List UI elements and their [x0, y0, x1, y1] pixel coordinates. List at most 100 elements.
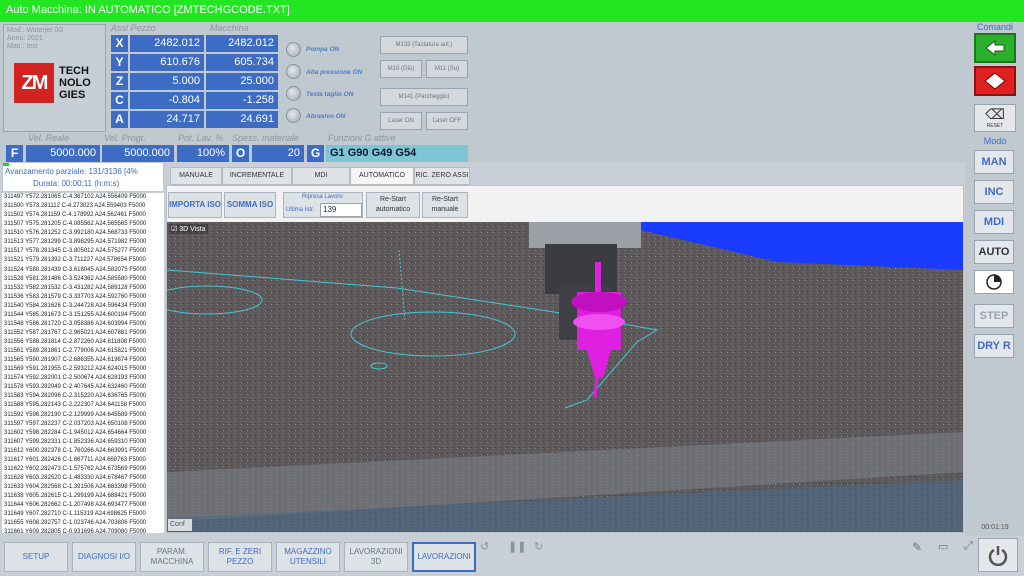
somma-iso-button[interactable]: SOMMA ISO — [224, 192, 276, 218]
exit-icon[interactable]: ⤢ — [964, 540, 973, 553]
gcode-line[interactable]: 311649 Y607.282710 C-1.115319 A24.698625… — [2, 510, 164, 519]
vel-prog-label: Vel. Progr. — [104, 133, 146, 143]
gcode-line[interactable]: 311532 Y582.281532 C-3.431282 A24.589128… — [2, 284, 164, 293]
laser-on-button[interactable]: Laser ON — [380, 112, 422, 130]
keyboard-icon[interactable]: ▭ — [938, 540, 948, 553]
gcode-line[interactable]: 311513 Y577.281299 C-3.898295 A24.571982… — [2, 238, 164, 247]
gcode-line[interactable]: 311644 Y606.282662 C-1.207498 A24.693477… — [2, 501, 164, 510]
pump-toggle[interactable] — [286, 42, 301, 57]
vel-prog-value: 5000.000 — [102, 145, 174, 162]
m141-button[interactable]: M141 (Parcheggio) — [380, 88, 468, 106]
gcode-line[interactable]: 311578 Y593.282049 C-2.407645 A24.632460… — [2, 383, 164, 392]
diagnosi-io-button[interactable]: DIAGNOSI I/O — [72, 542, 136, 572]
ultima-istr-input[interactable]: 139 — [320, 203, 362, 217]
gcode-line[interactable]: 311507 Y575.281205 C-4.085562 A24.565565… — [2, 220, 164, 229]
gcode-line[interactable]: 311497 Y572.281065 C-4.367102 A24.556409… — [2, 193, 164, 202]
cycle-start-button[interactable] — [974, 33, 1016, 63]
reset-button[interactable]: ⌫ RESET — [974, 104, 1016, 132]
abrasive-toggle[interactable] — [286, 108, 301, 123]
gcode-line[interactable]: 311617 Y601.282426 C-1.667711 A24.668763… — [2, 456, 164, 465]
axis-piece-value: -0.804 — [130, 92, 204, 109]
3d-viewport[interactable]: ☑ 3D Vista Conf — [167, 222, 963, 532]
gcode-line[interactable]: 311592 Y596.282190 C-2.129999 A24.645589… — [2, 411, 164, 420]
rewind-icon[interactable]: ↺ — [480, 540, 489, 553]
gcode-line[interactable]: 311612 Y600.282378 C-1.760266 A24.663991… — [2, 447, 164, 456]
gcode-line[interactable]: 311655 Y608.282757 C-1.023746 A24.703806… — [2, 519, 164, 528]
gcode-line[interactable]: 311561 Y589.281861 C-2.779006 A24.615821… — [2, 347, 164, 356]
gcode-line[interactable]: 311565 Y590.281907 C-2.686355 A24.619874… — [2, 356, 164, 365]
gcode-line[interactable]: 311521 Y579.281392 C-3.711227 A24.578654… — [2, 256, 164, 265]
gcode-line[interactable]: 311569 Y591.281955 C-2.593212 A24.624015… — [2, 365, 164, 374]
gcode-line[interactable]: 311661 Y609.282805 C-0.931696 A24.709080… — [2, 528, 164, 533]
cutting-head-toggle[interactable] — [286, 86, 301, 101]
tab-automatico[interactable]: AUTOMATICO — [350, 167, 414, 185]
forward-icon[interactable]: ↻ — [534, 540, 543, 553]
gcode-line[interactable]: 311536 Y583.281579 C-3.337703 A24.592760… — [2, 293, 164, 302]
stop-button[interactable] — [974, 66, 1016, 96]
conf-button[interactable]: Conf — [168, 519, 192, 531]
gcode-line[interactable]: 311556 Y588.281814 C-2.872260 A24.611808… — [2, 338, 164, 347]
gcode-line[interactable]: 311638 Y605.282615 C-1.299199 A24.688421… — [2, 492, 164, 501]
dry-run-button[interactable]: DRY R — [974, 334, 1014, 358]
3d-view-label: 3D Vista — [179, 226, 206, 233]
logo-line-3: GIES — [59, 89, 86, 101]
importa-iso-button[interactable]: IMPORTA ISO — [168, 192, 222, 218]
m10-button[interactable]: M10 (Giù) — [380, 60, 422, 78]
gcode-line[interactable]: 311517 Y578.281345 C-3.805012 A24.575277… — [2, 247, 164, 256]
gcode-line[interactable]: 311502 Y574.281159 C-4.178992 A24.562461… — [2, 211, 164, 220]
axis-piece-value: 24.717 — [130, 111, 204, 128]
param-macchina-button[interactable]: PARAM. MACCHINA — [140, 542, 204, 572]
lavorazioni-3d-button[interactable]: LAVORAZIONI 3D — [344, 542, 408, 572]
tab-incrementale[interactable]: INCREMENTALE — [222, 167, 292, 185]
gcode-line[interactable]: 311574 Y592.282001 C-2.500674 A24.628193… — [2, 374, 164, 383]
gcode-line[interactable]: 311607 Y599.282331 C-1.852336 A24.659310… — [2, 438, 164, 447]
gcode-line[interactable]: 311588 Y595.282143 C-2.222307 A24.641158… — [2, 401, 164, 410]
gcode-line[interactable]: 311628 Y603.282520 C-1.483330 A24.678467… — [2, 474, 164, 483]
gcode-line[interactable]: 311622 Y602.282473 C-1.575762 A24.673569… — [2, 465, 164, 474]
rif-zeri-pezzo-button[interactable]: RIF. E ZERI PEZZO — [208, 542, 272, 572]
modo-label: Modo — [983, 136, 1007, 146]
gcode-line[interactable]: 311633 Y604.282568 C-1.391506 A24.683398… — [2, 483, 164, 492]
gcode-line[interactable]: 311597 Y597.282237 C-2.037203 A24.650108… — [2, 420, 164, 429]
axis-label: C — [111, 92, 128, 109]
tab-mdi[interactable]: MDI — [292, 167, 350, 185]
logo-line-1: TECH — [59, 65, 89, 77]
tab-manuale[interactable]: MANUALE — [170, 167, 222, 185]
gcode-line[interactable]: 311528 Y581.281486 C-3.524362 A24.585580… — [2, 275, 164, 284]
m133-button[interactable]: M133 (Tastatura aut.) — [380, 36, 468, 54]
info-year: Anno: 2021 — [7, 35, 43, 42]
gcode-line[interactable]: 311544 Y585.281673 C-3.151255 A24.600194… — [2, 311, 164, 320]
restart-manual-button[interactable]: Re-Start manuale — [422, 192, 468, 218]
3d-view-checkbox[interactable]: ☑ 3D Vista — [169, 224, 208, 234]
mode-inc-button[interactable]: INC — [974, 180, 1014, 204]
zm-logo: ZM — [14, 63, 54, 103]
mode-man-button[interactable]: MAN — [974, 150, 1014, 174]
logo-text: TECH NOLO GIES — [59, 65, 91, 101]
gcode-line[interactable]: 311510 Y576.281252 C-3.992180 A24.568733… — [2, 229, 164, 238]
m11-button[interactable]: M11 (Su) — [426, 60, 468, 78]
axes-machine-header: Macchina — [210, 23, 249, 33]
gcode-line[interactable]: 311552 Y587.281767 C-2.965021 A24.607881… — [2, 329, 164, 338]
pause-icon[interactable]: ❚❚ — [508, 540, 526, 553]
step-button[interactable]: STEP — [974, 304, 1014, 328]
gcode-line[interactable]: 311500 Y573.281112 C-4.273023 A24.559403… — [2, 202, 164, 211]
magazzino-utensili-button[interactable]: MAGAZZINO UTENSILI — [276, 542, 340, 572]
mode-mdi-button[interactable]: MDI — [974, 210, 1014, 234]
gcode-line[interactable]: 311524 Y580.281439 C-3.618045 A24.582075… — [2, 266, 164, 275]
gcode-line[interactable]: 311583 Y594.282096 C-2.315220 A24.636765… — [2, 392, 164, 401]
info-serial: Matr.: test — [7, 43, 38, 50]
gcode-line[interactable]: 311540 Y584.281626 C-3.244728 A24.596434… — [2, 302, 164, 311]
setup-button[interactable]: SETUP — [4, 542, 68, 572]
high-pressure-toggle[interactable] — [286, 64, 301, 79]
edit-icon[interactable]: ✎ — [912, 540, 922, 554]
gcode-list[interactable]: 311497 Y572.281065 C-4.367102 A24.556409… — [2, 193, 164, 533]
gcode-line[interactable]: 311602 Y598.282284 C-1.945012 A24.654664… — [2, 429, 164, 438]
power-button[interactable] — [978, 538, 1018, 572]
mode-auto-button[interactable]: AUTO — [974, 240, 1014, 264]
gcode-line[interactable]: 311548 Y586.281720 C-3.058386 A24.603994… — [2, 320, 164, 329]
restart-auto-button[interactable]: Re-Start automatico — [366, 192, 420, 218]
tab-ric-zero-assi[interactable]: RIC. ZERO ASSI — [414, 167, 470, 185]
reference-button[interactable] — [974, 270, 1014, 294]
lavorazioni-button[interactable]: LAVORAZIONI — [412, 542, 476, 572]
laser-off-button[interactable]: Laser OFF — [426, 112, 468, 130]
